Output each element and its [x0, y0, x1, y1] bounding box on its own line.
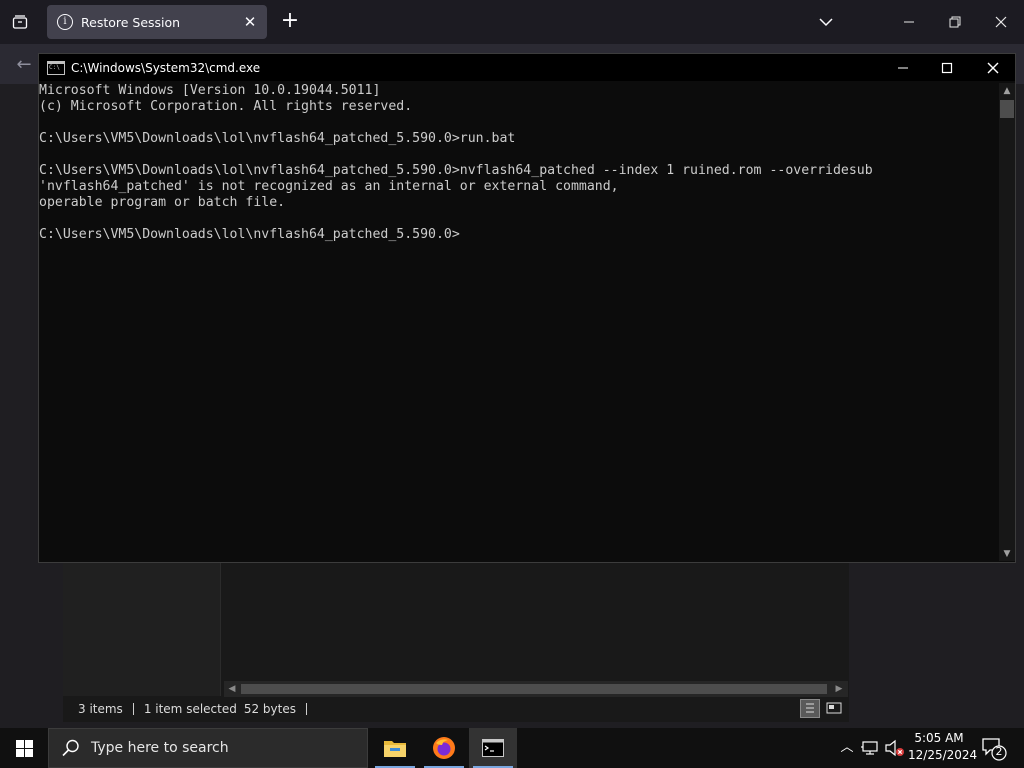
chevron-down-icon	[819, 18, 833, 27]
file-explorer-icon	[384, 741, 406, 757]
cmd-close-button[interactable]	[970, 54, 1016, 81]
firefox-icon	[433, 737, 455, 759]
cmd-title-bar[interactable]: C:\Windows\System32\cmd.exe	[39, 54, 1015, 81]
close-icon	[995, 16, 1007, 28]
vertical-scroll-thumb[interactable]	[1000, 100, 1014, 118]
windows-logo-icon	[15, 739, 33, 757]
large-icons-view-icon[interactable]	[824, 699, 844, 718]
search-icon	[62, 739, 79, 757]
scroll-right-icon[interactable]: ▶	[831, 681, 847, 697]
explorer-status-bar: 3 items 1 item selected 52 bytes	[63, 697, 849, 721]
cmd-maximize-button[interactable]	[924, 54, 970, 81]
details-view-icon[interactable]	[800, 699, 820, 718]
browser-close-button[interactable]	[978, 0, 1024, 44]
tab-close-icon[interactable]: ✕	[239, 13, 261, 31]
taskbar-command-prompt[interactable]	[469, 728, 517, 768]
vertical-scrollbar[interactable]	[999, 83, 1015, 561]
network-icon[interactable]	[860, 738, 882, 758]
close-icon	[987, 62, 999, 73]
volume-muted-icon[interactable]	[884, 738, 906, 758]
tab-overview-icon	[12, 15, 28, 29]
selection-size: 52 bytes	[243, 702, 296, 716]
notification-count: 2	[995, 745, 1003, 758]
console-line: (c) Microsoft Corporation. All rights re…	[39, 99, 413, 114]
scroll-up-icon[interactable]: ▲	[999, 84, 1015, 98]
status-divider	[306, 703, 307, 715]
clock-time: 5:05 AM	[914, 731, 964, 745]
console-output[interactable]: Microsoft Windows [Version 10.0.19044.50…	[39, 83, 997, 561]
tab-title: Restore Session	[81, 14, 181, 30]
console-line: 'nvflash64_patched' is not recognized as…	[39, 179, 619, 194]
selection-count: 1 item selected	[143, 702, 237, 716]
cmd-window-title: C:\Windows\System32\cmd.exe	[71, 60, 261, 75]
taskbar-file-explorer[interactable]	[371, 728, 419, 768]
console-line: C:\Users\VM5\Downloads\lol\nvflash64_pat…	[39, 163, 873, 178]
explorer-navigation-pane[interactable]	[63, 560, 221, 696]
command-prompt-icon	[482, 739, 504, 757]
tab-overview-button[interactable]	[0, 0, 40, 44]
command-prompt-icon	[47, 60, 65, 75]
back-arrow-icon[interactable]: ←	[10, 52, 38, 78]
list-all-tabs-button[interactable]	[812, 8, 840, 36]
system-clock[interactable]: 5:05 AM 12/25/2024	[908, 730, 978, 766]
tab-restore-session[interactable]: i Restore Session ✕	[47, 5, 267, 39]
minimize-icon	[898, 67, 908, 68]
notification-center-button[interactable]: 2	[980, 736, 1008, 762]
browser-minimize-button[interactable]	[886, 0, 932, 44]
scroll-down-icon[interactable]: ▼	[999, 547, 1015, 561]
show-hidden-icons-chevron-up-icon[interactable]: ︿	[838, 738, 856, 758]
cmd-minimize-button[interactable]	[880, 54, 926, 81]
console-line: C:\Users\VM5\Downloads\lol\nvflash64_pat…	[39, 131, 516, 146]
console-line: C:\Users\VM5\Downloads\lol\nvflash64_pat…	[39, 227, 460, 242]
status-divider	[132, 703, 134, 715]
taskbar-firefox[interactable]	[420, 728, 468, 768]
browser-restore-button[interactable]	[932, 0, 978, 44]
start-button[interactable]	[0, 728, 48, 768]
item-count: 3 items	[78, 702, 123, 716]
scroll-left-icon[interactable]: ◀	[224, 681, 240, 697]
minimize-icon	[904, 21, 914, 23]
explorer-file-list[interactable]	[221, 560, 849, 682]
maximize-icon	[941, 62, 953, 73]
info-icon: i	[57, 14, 73, 30]
new-tab-button[interactable]: +	[276, 8, 304, 36]
console-line: Microsoft Windows [Version 10.0.19044.50…	[39, 83, 381, 98]
taskbar-search-box[interactable]: Type here to search	[48, 728, 368, 768]
horizontal-scroll-thumb[interactable]	[241, 684, 827, 694]
restore-icon	[949, 16, 961, 28]
console-line: operable program or batch file.	[39, 195, 286, 210]
search-placeholder: Type here to search	[91, 740, 229, 756]
clock-date: 12/25/2024	[908, 748, 978, 762]
